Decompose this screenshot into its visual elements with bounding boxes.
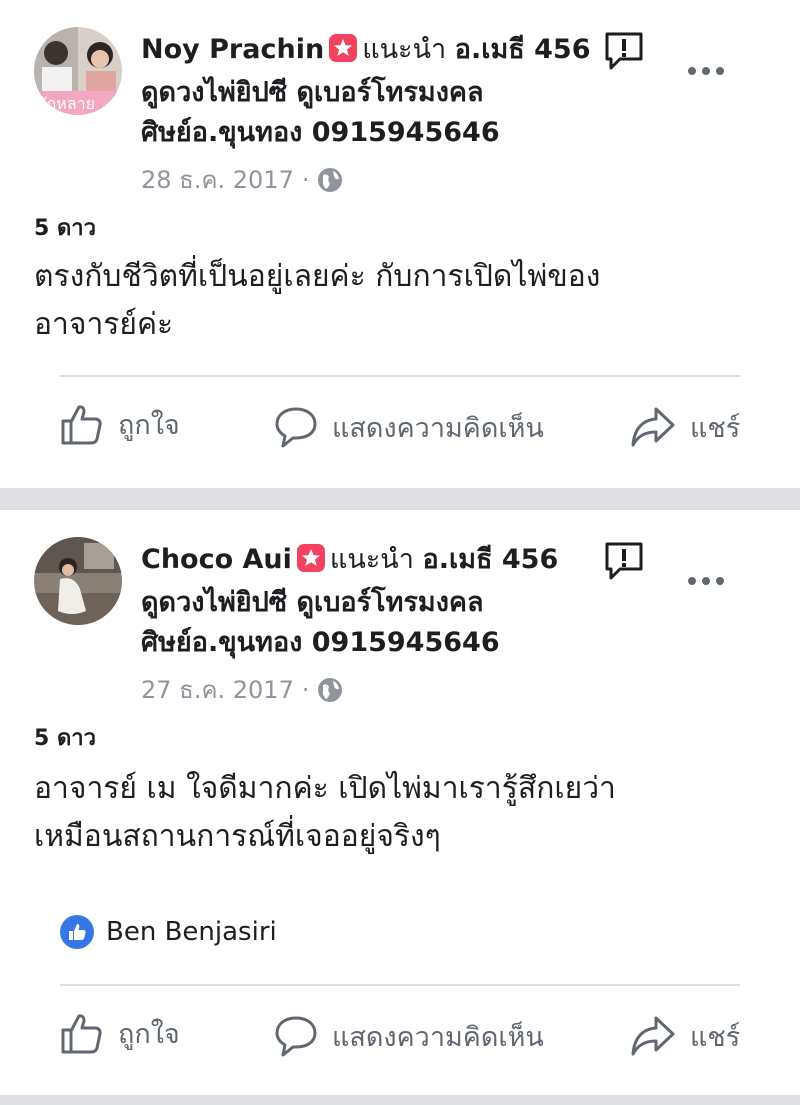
rating-text: 5 ดาว <box>34 216 96 241</box>
share-arrow-icon <box>631 407 675 447</box>
share-button[interactable]: แชร์ <box>630 405 740 449</box>
share-button[interactable]: แชร์ <box>630 1014 740 1058</box>
comment-bubble-icon <box>275 407 317 448</box>
like-button[interactable]: ถูกใจ <box>60 402 180 446</box>
more-options-icon[interactable] <box>688 65 726 77</box>
meta-separator: · <box>301 165 310 194</box>
post-date[interactable]: 27 ธ.ค. 2017 <box>141 670 294 709</box>
like-label: ถูกใจ <box>118 409 180 441</box>
post-meta: 27 ธ.ค. 2017 · <box>141 670 343 709</box>
page-name[interactable]: อ.เมธี 456 <box>455 34 591 65</box>
post-header-line-1: Choco Aui แนะนำ อ.เมธี 456 <box>141 542 558 579</box>
comment-label: แสดงความคิดเห็น <box>332 1021 544 1053</box>
review-text-line-2: เหมือนสถานการณ์ที่เจออยู่จริงๆ <box>34 819 441 854</box>
review-post-2: Choco Aui แนะนำ อ.เมธี 456 ดูดวงไพ่ยิปซี … <box>0 510 800 1095</box>
share-label: แชร์ <box>690 412 741 444</box>
share-label: แชร์ <box>690 1021 741 1053</box>
divider <box>60 375 740 377</box>
review-text-line-1: ตรงกับชีวิตที่เป็นอยู่เลยค่ะ กับการเปิดไ… <box>34 259 601 294</box>
meta-separator: · <box>301 675 310 704</box>
post-header-line-1: Noy Prachin แนะนำ อ.เมธี 456 <box>141 32 591 69</box>
review-post-1: รักหลาย Noy Prachin แนะนำ อ.เมธี 456 ดูดว… <box>0 0 800 488</box>
rating-text: 5 ดาว <box>34 726 96 751</box>
report-icon[interactable] <box>603 541 645 581</box>
author-name[interactable]: Choco Aui <box>141 544 292 575</box>
page-name-line-3[interactable]: ศิษย์อ.ขุนทอง 0915945646 <box>141 115 500 151</box>
author-avatar[interactable] <box>34 537 122 625</box>
globe-icon <box>318 167 343 192</box>
comment-button[interactable]: แสดงความคิดเห็น <box>274 405 544 449</box>
page-name[interactable]: อ.เมธี 456 <box>423 544 559 575</box>
review-text-line-2: อาจารย์ค่ะ <box>34 307 174 342</box>
recommendation-star-icon <box>329 33 358 62</box>
recommends-label: แนะนำ <box>362 34 447 65</box>
recommends-label: แนะนำ <box>329 544 414 575</box>
post-date[interactable]: 28 ธ.ค. 2017 <box>141 160 294 199</box>
like-label: ถูกใจ <box>118 1018 180 1050</box>
recommendation-star-icon <box>296 543 325 572</box>
like-thumb-icon <box>61 405 102 445</box>
share-arrow-icon <box>631 1016 675 1056</box>
svg-text:รักหลาย: รักหลาย <box>38 94 95 113</box>
review-text-line-1: อาจารย์ เม ใจดีมากค่ะ เปิดไพ่มาเรารู้สึก… <box>34 771 616 806</box>
author-avatar[interactable]: รักหลาย <box>34 27 122 115</box>
comment-button[interactable]: แสดงความคิดเห็น <box>274 1014 544 1058</box>
like-thumb-icon <box>61 1014 102 1054</box>
liked-by-name[interactable]: Ben Benjasiri <box>106 917 277 947</box>
page-name-line-3[interactable]: ศิษย์อ.ขุนทอง 0915945646 <box>141 625 500 661</box>
reactions-summary[interactable]: Ben Benjasiri <box>60 915 277 949</box>
page-name-line-2[interactable]: ดูดวงไพ่ยิปซี ดูเบอร์โทรมงคล <box>141 585 483 621</box>
like-reaction-badge-icon <box>60 915 94 949</box>
divider <box>60 984 740 986</box>
page-name-line-2[interactable]: ดูดวงไพ่ยิปซี ดูเบอร์โทรมงคล <box>141 75 483 111</box>
more-options-icon[interactable] <box>688 575 726 587</box>
author-name[interactable]: Noy Prachin <box>141 34 324 65</box>
post-meta: 28 ธ.ค. 2017 · <box>141 160 343 199</box>
comment-bubble-icon <box>275 1016 317 1057</box>
like-button[interactable]: ถูกใจ <box>60 1011 180 1055</box>
globe-icon <box>318 677 343 702</box>
comment-label: แสดงความคิดเห็น <box>332 412 544 444</box>
report-icon[interactable] <box>603 31 645 71</box>
